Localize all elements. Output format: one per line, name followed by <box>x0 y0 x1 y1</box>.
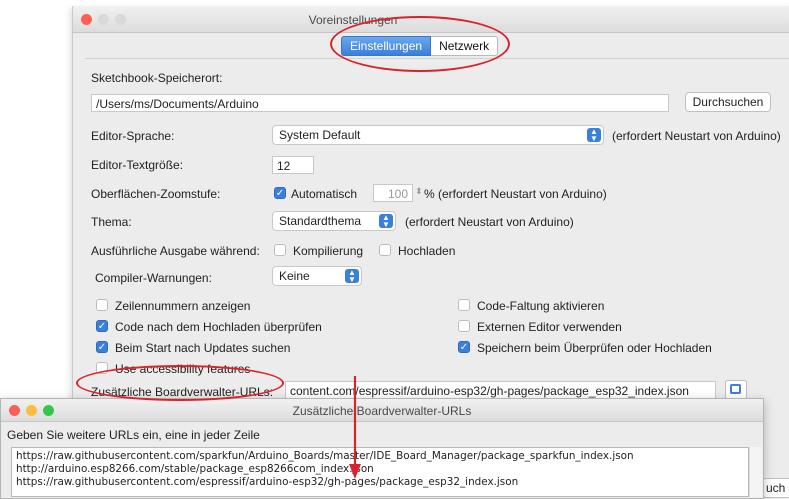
editor-language-value: System Default <box>279 128 361 142</box>
dialog-title: Zusätzliche Boardverwalter-URLs <box>292 404 472 418</box>
browse-button[interactable]: Durchsuchen <box>685 92 771 112</box>
editor-textsize-label: Editor-Textgröße: <box>91 158 184 172</box>
zoom-auto-label: Automatisch <box>291 187 358 201</box>
external-editor-checkbox[interactable] <box>458 320 470 332</box>
verbose-label: Ausführliche Ausgabe während: <box>91 244 260 258</box>
theme-value: Standardthema <box>279 214 362 228</box>
line-numbers-checkbox[interactable] <box>96 299 108 311</box>
editor-textsize-field[interactable]: 12 <box>272 156 314 174</box>
url-line: https://raw.githubusercontent.com/espres… <box>16 476 519 488</box>
url-line: https://raw.githubusercontent.com/sparkf… <box>16 450 634 462</box>
zoom-auto-checkbox[interactable]: ✓ <box>274 187 286 199</box>
dialog-title-bar: Zusätzliche Boardverwalter-URLs <box>1 399 763 422</box>
urls-scrollbar[interactable] <box>749 447 762 497</box>
browse-button-partial[interactable]: uch <box>762 478 789 498</box>
verbose-compile-checkbox[interactable] <box>274 244 286 256</box>
chevron-updown-icon: ▲ ▼ <box>345 269 359 284</box>
save-on-verify-checkbox[interactable]: ✓ <box>458 341 470 353</box>
board-urls-dialog: Zusätzliche Boardverwalter-URLs Geben Si… <box>0 398 764 499</box>
edit-urls-button[interactable] <box>725 380 747 400</box>
theme-select[interactable]: Standardthema ▲ ▼ <box>272 211 396 231</box>
code-folding-label: Code-Faltung aktivieren <box>477 299 605 313</box>
verify-after-upload-checkbox[interactable]: ✓ <box>96 320 108 332</box>
warnings-label: Compiler-Warnungen: <box>95 271 212 285</box>
theme-label: Thema: <box>91 215 132 229</box>
verbose-compile-label: Kompilierung <box>293 244 364 258</box>
url-line: http://arduino.esp8266.com/stable/packag… <box>16 463 374 475</box>
chevron-updown-icon: ▲ ▼ <box>379 214 393 229</box>
line-numbers-label: Zeilennummern anzeigen <box>115 299 251 313</box>
annotation-arrow-icon <box>349 376 361 479</box>
code-folding-checkbox[interactable] <box>458 299 470 311</box>
verify-after-upload-label: Code nach dem Hochladen überprüfen <box>115 320 322 334</box>
check-updates-label: Beim Start nach Updates suchen <box>115 341 291 355</box>
zoom-label: Oberflächen-Zoomstufe: <box>91 187 221 201</box>
dialog-instruction: Geben Sie weitere URLs ein, eine in jede… <box>7 428 260 442</box>
check-updates-checkbox[interactable]: ✓ <box>96 341 108 353</box>
chevron-updown-icon: ▲ ▼ <box>587 128 601 143</box>
sketchbook-path-field[interactable]: /Users/ms/Documents/Arduino <box>91 94 669 112</box>
zoom-unit: % <box>424 187 435 201</box>
window-icon <box>730 384 741 394</box>
verbose-upload-checkbox[interactable] <box>379 244 391 256</box>
zoom-note: (erfordert Neustart von Arduino) <box>438 187 607 201</box>
theme-note: (erfordert Neustart von Arduino) <box>405 215 574 229</box>
urls-textarea[interactable]: https://raw.githubusercontent.com/sparkf… <box>11 447 749 497</box>
stepper-icon[interactable]: ⬍ <box>415 186 423 197</box>
editor-language-select[interactable]: System Default ▲ ▼ <box>272 125 604 145</box>
editor-language-label: Editor-Sprache: <box>91 129 175 143</box>
warnings-select[interactable]: Keine ▲ ▼ <box>272 266 362 286</box>
external-editor-label: Externen Editor verwenden <box>477 320 622 334</box>
sketchbook-label: Sketchbook-Speicherort: <box>91 71 223 85</box>
warnings-value: Keine <box>279 269 310 283</box>
save-on-verify-label: Speichern beim Überprüfen oder Hochladen <box>477 341 712 355</box>
verbose-upload-label: Hochladen <box>398 244 456 258</box>
annotation-ring-tabs <box>330 16 510 72</box>
zoom-value-field[interactable]: 100 <box>373 184 413 202</box>
editor-language-note: (erfordert Neustart von Arduino) <box>612 129 781 143</box>
annotation-ring-board-urls <box>76 365 284 401</box>
